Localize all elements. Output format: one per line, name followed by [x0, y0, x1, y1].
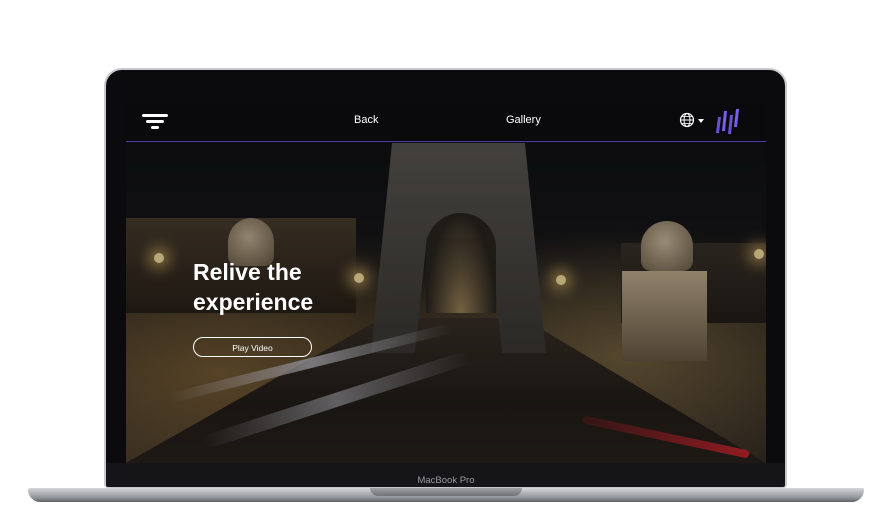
back-link[interactable]: Back	[354, 114, 378, 126]
bars-logo[interactable]	[715, 107, 741, 135]
top-navigation: Back Gallery	[126, 103, 766, 142]
laptop-notch	[370, 488, 522, 496]
gallery-link[interactable]: Gallery	[506, 114, 541, 126]
hero-title-line-2: experience	[193, 289, 314, 315]
hero-title-line-1: Relive the	[193, 259, 302, 285]
chevron-down-icon[interactable]	[698, 119, 704, 123]
laptop-screen: Back Gallery Relive the experience Play …	[126, 103, 766, 463]
filter-menu-icon[interactable]	[140, 110, 170, 132]
play-video-button[interactable]: Play Video	[193, 337, 312, 357]
globe-icon[interactable]	[679, 112, 695, 128]
device-brand-label: MacBook Pro	[417, 475, 475, 486]
hero-title: Relive the experience	[193, 257, 393, 317]
